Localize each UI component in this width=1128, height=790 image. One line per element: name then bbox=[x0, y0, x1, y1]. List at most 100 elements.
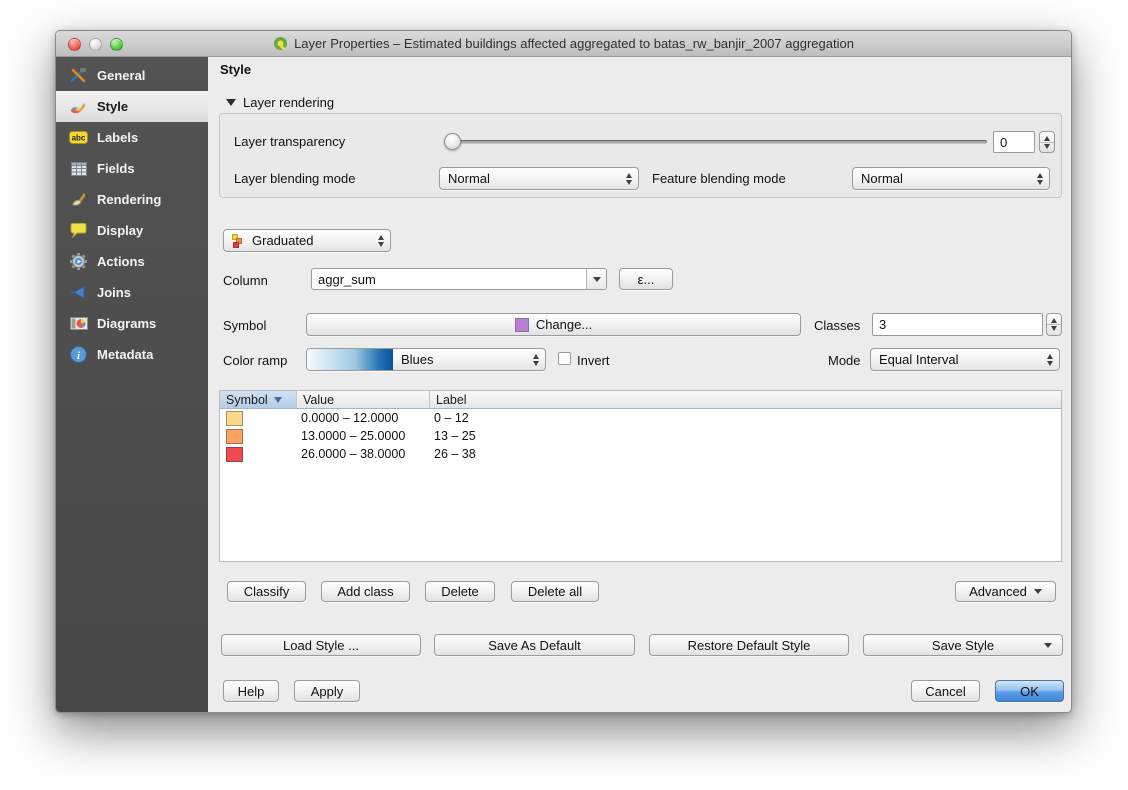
symbol-label: Symbol bbox=[223, 318, 266, 333]
layer-blending-select[interactable]: Normal bbox=[439, 167, 639, 190]
sidebar-item-diagrams[interactable]: Diagrams bbox=[56, 308, 208, 339]
table-row[interactable]: 26.0000 – 38.0000 26 – 38 bbox=[220, 445, 1061, 463]
help-button[interactable]: Help bbox=[223, 680, 279, 702]
dropdown-arrow-icon bbox=[1034, 589, 1042, 594]
advanced-button[interactable]: Advanced bbox=[955, 581, 1056, 602]
button-label: Load Style ... bbox=[283, 638, 359, 653]
transparency-input[interactable]: 0 bbox=[993, 131, 1035, 153]
layer-rendering-group: Layer transparency 0 Layer blending mode… bbox=[219, 113, 1062, 198]
sidebar-item-label: Actions bbox=[97, 254, 145, 269]
sidebar-item-label: Display bbox=[97, 223, 143, 238]
slider-handle[interactable] bbox=[444, 133, 461, 150]
layer-rendering-toggle[interactable]: Layer rendering bbox=[226, 95, 334, 110]
symbol-change-label: Change... bbox=[536, 317, 592, 332]
classify-button[interactable]: Classify bbox=[227, 581, 306, 602]
layer-properties-window: Layer Properties – Estimated buildings a… bbox=[55, 30, 1072, 713]
column-select[interactable]: aggr_sum bbox=[311, 268, 607, 290]
renderer-type-select[interactable]: Graduated bbox=[223, 229, 391, 252]
layer-blending-value: Normal bbox=[448, 171, 490, 186]
restore-default-style-button[interactable]: Restore Default Style bbox=[649, 634, 849, 656]
button-label: Classify bbox=[244, 584, 290, 599]
symbol-change-button[interactable]: Change... bbox=[306, 313, 801, 336]
ok-button[interactable]: OK bbox=[995, 680, 1064, 702]
column-header-value[interactable]: Value bbox=[297, 391, 430, 408]
invert-checkbox[interactable] bbox=[558, 352, 571, 365]
button-label: Delete bbox=[441, 584, 479, 599]
sidebar-item-label: Diagrams bbox=[97, 316, 156, 331]
cancel-button[interactable]: Cancel bbox=[911, 680, 980, 702]
class-value: 13.0000 – 25.0000 bbox=[297, 429, 430, 443]
transparency-label: Layer transparency bbox=[234, 134, 345, 149]
class-label: 26 – 38 bbox=[430, 447, 1061, 461]
button-label: Apply bbox=[311, 684, 344, 699]
slider-track[interactable] bbox=[445, 140, 987, 144]
button-label: Restore Default Style bbox=[688, 638, 811, 653]
class-label: 0 – 12 bbox=[430, 411, 1061, 425]
sidebar-item-style[interactable]: Style bbox=[56, 91, 208, 122]
column-header-symbol[interactable]: Symbol bbox=[220, 391, 297, 408]
sidebar-item-label: Labels bbox=[97, 130, 138, 145]
step-up-icon[interactable] bbox=[1044, 136, 1050, 141]
class-color-swatch[interactable] bbox=[226, 429, 243, 444]
sidebar-item-general[interactable]: General bbox=[56, 60, 208, 91]
speech-bubble-icon bbox=[69, 222, 88, 240]
load-style-button[interactable]: Load Style ... bbox=[221, 634, 421, 656]
graduated-icon bbox=[232, 234, 246, 248]
paintbrush-icon bbox=[69, 98, 88, 116]
table-row[interactable]: 13.0000 – 25.0000 13 – 25 bbox=[220, 427, 1061, 445]
table-row[interactable]: 0.0000 – 12.0000 0 – 12 bbox=[220, 409, 1061, 427]
sidebar-item-joins[interactable]: Joins bbox=[56, 277, 208, 308]
mode-select[interactable]: Equal Interval bbox=[870, 348, 1060, 371]
sidebar: General Style abc Labels Fields Renderin… bbox=[56, 57, 208, 712]
expression-button[interactable]: ε... bbox=[619, 268, 673, 290]
sidebar-item-label: Joins bbox=[97, 285, 131, 300]
zoom-button[interactable] bbox=[110, 38, 123, 51]
header-label: Symbol bbox=[226, 393, 268, 407]
step-up-icon[interactable] bbox=[1051, 318, 1057, 323]
classes-stepper[interactable] bbox=[1046, 313, 1062, 336]
delete-all-button[interactable]: Delete all bbox=[511, 581, 599, 602]
gear-icon bbox=[69, 253, 88, 271]
sidebar-item-label: Rendering bbox=[97, 192, 161, 207]
step-down-icon[interactable] bbox=[1044, 144, 1050, 149]
minimize-button[interactable] bbox=[89, 38, 102, 51]
chart-icon bbox=[69, 315, 88, 333]
step-down-icon[interactable] bbox=[1051, 326, 1057, 331]
class-label: 13 – 25 bbox=[430, 429, 1061, 443]
save-as-default-button[interactable]: Save As Default bbox=[434, 634, 635, 656]
sidebar-item-metadata[interactable]: i Metadata bbox=[56, 339, 208, 370]
button-label: Help bbox=[238, 684, 265, 699]
feature-blending-select[interactable]: Normal bbox=[852, 167, 1050, 190]
style-panel: Style Layer rendering Layer transparency… bbox=[208, 57, 1071, 712]
layer-rendering-title: Layer rendering bbox=[243, 95, 334, 110]
column-header-label[interactable]: Label bbox=[430, 391, 1061, 408]
column-dropdown-icon[interactable] bbox=[586, 269, 606, 289]
color-ramp-select[interactable]: Blues bbox=[306, 348, 546, 371]
table-icon bbox=[69, 160, 88, 178]
delete-button[interactable]: Delete bbox=[425, 581, 495, 602]
title-bar: Layer Properties – Estimated buildings a… bbox=[56, 31, 1071, 57]
expression-button-label: ε... bbox=[638, 272, 655, 287]
class-color-swatch[interactable] bbox=[226, 411, 243, 426]
sidebar-item-actions[interactable]: Actions bbox=[56, 246, 208, 277]
class-value: 26.0000 – 38.0000 bbox=[297, 447, 430, 461]
abc-label-icon: abc bbox=[69, 129, 88, 147]
add-class-button[interactable]: Add class bbox=[321, 581, 410, 602]
sidebar-item-rendering[interactable]: Rendering bbox=[56, 184, 208, 215]
sidebar-item-label: Metadata bbox=[97, 347, 153, 362]
transparency-value: 0 bbox=[1000, 135, 1007, 150]
sidebar-item-display[interactable]: Display bbox=[56, 215, 208, 246]
sidebar-item-labels[interactable]: abc Labels bbox=[56, 122, 208, 153]
color-ramp-preview bbox=[307, 349, 393, 370]
transparency-slider[interactable] bbox=[445, 133, 987, 150]
close-button[interactable] bbox=[68, 38, 81, 51]
class-value: 0.0000 – 12.0000 bbox=[297, 411, 430, 425]
save-style-button[interactable]: Save Style bbox=[863, 634, 1063, 656]
sidebar-item-fields[interactable]: Fields bbox=[56, 153, 208, 184]
transparency-stepper[interactable] bbox=[1039, 131, 1055, 153]
collapse-triangle-icon bbox=[226, 99, 236, 106]
classes-input[interactable]: 3 bbox=[872, 313, 1043, 336]
apply-button[interactable]: Apply bbox=[294, 680, 360, 702]
column-value: aggr_sum bbox=[318, 272, 376, 287]
class-color-swatch[interactable] bbox=[226, 447, 243, 462]
